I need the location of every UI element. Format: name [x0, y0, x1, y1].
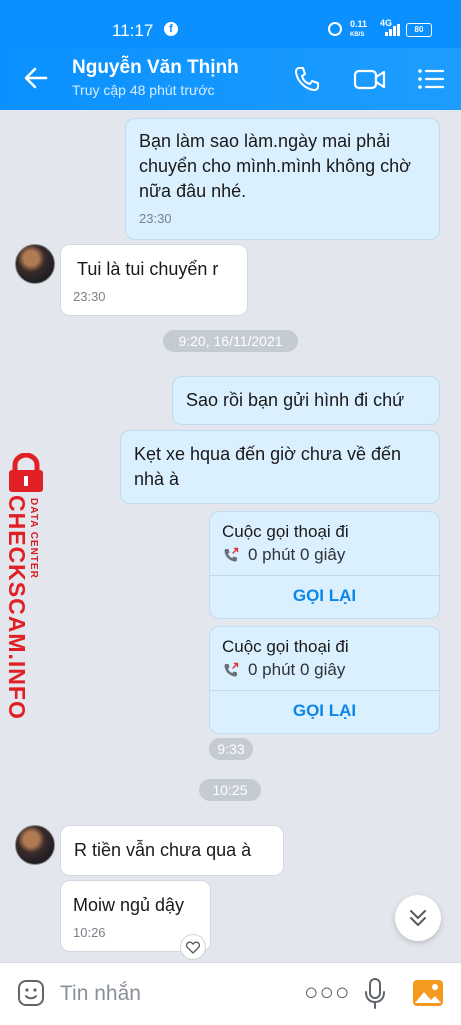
- message-text: Tui là tui chuyển r: [77, 259, 219, 279]
- message-bubble[interactable]: Tui là tui chuyển r 23:30: [60, 244, 248, 316]
- call-time-badge: 9:33: [209, 738, 253, 760]
- message-bubble[interactable]: Bạn làm sao làm.ngày mai phải chuyển cho…: [125, 118, 440, 240]
- message-text: R tiền vẫn chưa qua à: [74, 840, 252, 860]
- divider: [210, 575, 439, 576]
- time-separator: 10:25: [199, 779, 261, 801]
- composer-bar: Tin nhắn ○○○: [0, 962, 461, 1025]
- chevron-down-icon: [410, 910, 426, 926]
- image-icon[interactable]: [412, 979, 444, 1007]
- message-time: 23:30: [73, 289, 106, 304]
- outgoing-call-icon: [224, 547, 239, 562]
- avatar[interactable]: [15, 244, 55, 284]
- react-button[interactable]: [180, 934, 206, 960]
- call-duration: 0 phút 0 giây: [248, 660, 346, 679]
- battery-icon: 80: [406, 23, 432, 37]
- message-text: Sao rồi bạn gửi hình đi chứ: [186, 390, 405, 410]
- date-separator: 9:20, 16/11/2021: [163, 330, 298, 352]
- message-time: 23:30: [139, 211, 172, 226]
- last-seen: Truy cập 48 phút trước: [72, 82, 215, 98]
- message-bubble[interactable]: Kẹt xe hqua đến giờ chưa về đến nhà à: [120, 430, 440, 504]
- chat-header: Nguyễn Văn Thịnh Truy cập 48 phút trước: [0, 48, 461, 110]
- call-card[interactable]: Cuộc gọi thoại đi 0 phút 0 giây GỌI LẠI: [209, 626, 440, 734]
- message-input[interactable]: Tin nhắn: [60, 982, 141, 1006]
- call-card[interactable]: Cuộc gọi thoại đi 0 phút 0 giây GỌI LẠI: [209, 511, 440, 619]
- heart-icon: [186, 941, 200, 954]
- message-text: Bạn làm sao làm.ngày mai phải chuyển cho…: [139, 131, 411, 201]
- net-speed: 0.11 KB/S: [350, 19, 368, 39]
- message-text: Moiw ngủ dậy: [73, 895, 185, 915]
- padlock-logo: [9, 453, 43, 492]
- more-icon[interactable]: ○○○: [304, 981, 351, 1005]
- status-time: 11:17: [112, 21, 154, 40]
- signal-bars-icon: [385, 24, 401, 36]
- outgoing-call-icon: [224, 662, 239, 677]
- video-icon[interactable]: [353, 64, 387, 94]
- call-title: Cuộc gọi thoại đi: [222, 637, 349, 656]
- phone-icon[interactable]: [292, 64, 322, 94]
- divider: [210, 690, 439, 691]
- emoji-icon[interactable]: [16, 978, 46, 1008]
- watermark: CHECKSCAM.INFO DATA CENTER: [0, 450, 52, 720]
- facebook-notification-icon: f: [164, 22, 178, 36]
- message-text: Kẹt xe hqua đến giờ chưa về đến nhà à: [134, 444, 402, 489]
- avatar[interactable]: [15, 825, 55, 865]
- status-bar: 11:17 f 0.11 KB/S 4G 80: [0, 0, 461, 48]
- menu-icon[interactable]: [416, 64, 446, 94]
- back-arrow-icon[interactable]: [22, 64, 50, 92]
- message-list[interactable]: Bạn làm sao làm.ngày mai phải chuyển cho…: [0, 110, 461, 962]
- call-duration: 0 phút 0 giây: [248, 545, 346, 564]
- call-back-button[interactable]: GỌI LẠI: [210, 701, 439, 721]
- message-time: 10:26: [73, 925, 106, 940]
- message-bubble[interactable]: R tiền vẫn chưa qua à: [60, 825, 284, 876]
- mic-icon[interactable]: [362, 977, 388, 1011]
- message-bubble[interactable]: Sao rồi bạn gửi hình đi chứ: [172, 376, 440, 425]
- watermark-main: CHECKSCAM.INFO: [4, 495, 30, 720]
- call-title: Cuộc gọi thoại đi: [222, 522, 349, 541]
- scroll-to-bottom-button[interactable]: [395, 895, 441, 941]
- alarm-icon: [328, 22, 342, 36]
- contact-name[interactable]: Nguyễn Văn Thịnh: [72, 57, 239, 79]
- watermark-sub: DATA CENTER: [28, 498, 39, 579]
- call-back-button[interactable]: GỌI LẠI: [210, 586, 439, 606]
